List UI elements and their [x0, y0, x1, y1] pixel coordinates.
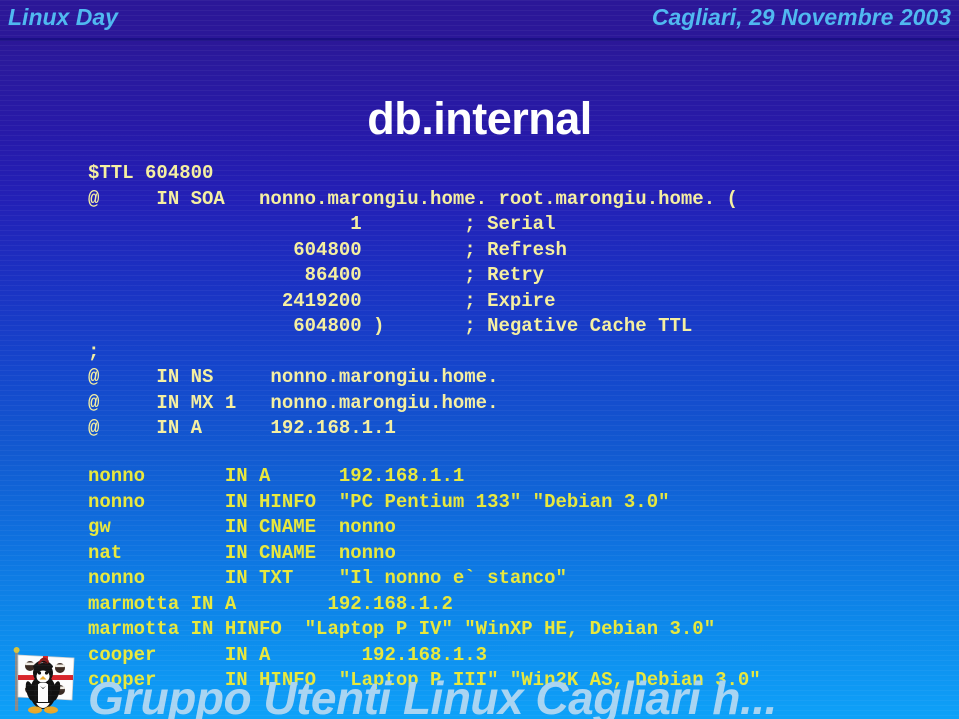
code-line: cooper IN A 192.168.1.3 [88, 643, 488, 666]
code-line: @ IN MX 1 nonno.marongiu.home. [88, 391, 499, 414]
slide-canvas: Linux Day Cagliari, 29 Novembre 2003 db.… [0, 0, 959, 719]
header-divider-rule [0, 38, 959, 41]
code-line: @ IN SOA nonno.marongiu.home. root.maron… [88, 187, 738, 210]
code-line: $TTL 604800 [88, 162, 214, 184]
code-line: 2419200 ; Expire [88, 289, 556, 312]
zone-file-soa-block: $TTL 604800 @ IN SOA nonno.marongiu.home… [88, 161, 738, 442]
code-line: 86400 ; Retry [88, 264, 545, 286]
code-line: 604800 ) ; Negative Cache TTL [88, 315, 693, 337]
header-event-title: Linux Day [8, 4, 118, 30]
header-location-date: Cagliari, 29 Novembre 2003 [651, 4, 951, 30]
code-line: 604800 ; Refresh [88, 238, 567, 261]
code-line: gw IN CNAME nonno [88, 516, 396, 538]
zone-file-records-block: nonno IN A 192.168.1.1 nonno IN HINFO "P… [88, 464, 761, 694]
code-line: nat IN CNAME nonno [88, 541, 396, 564]
penguin-sardinian-flag-icon [13, 647, 75, 714]
page-title: db.internal [367, 93, 592, 144]
code-line: marmotta IN A 192.168.1.2 [88, 592, 453, 615]
code-line: nonno IN A 192.168.1.1 [88, 465, 465, 487]
slide-header: Linux Day Cagliari, 29 Novembre 2003 [0, 0, 959, 40]
code-line: @ IN NS nonno.marongiu.home. [88, 366, 499, 388]
code-line: @ IN A 192.168.1.1 [88, 417, 396, 439]
code-line: nonno IN TXT "Il nonno e` stanco" [88, 567, 567, 589]
footer-group-name: Gruppo Utenti Linux Cagliari h... [88, 672, 777, 719]
code-line: nonno IN HINFO "PC Pentium 133" "Debian … [88, 490, 670, 513]
code-line: ; [88, 340, 100, 363]
code-line: 1 ; Serial [88, 213, 556, 235]
code-line: marmotta IN HINFO "Laptop P IV" "WinXP H… [88, 618, 716, 640]
